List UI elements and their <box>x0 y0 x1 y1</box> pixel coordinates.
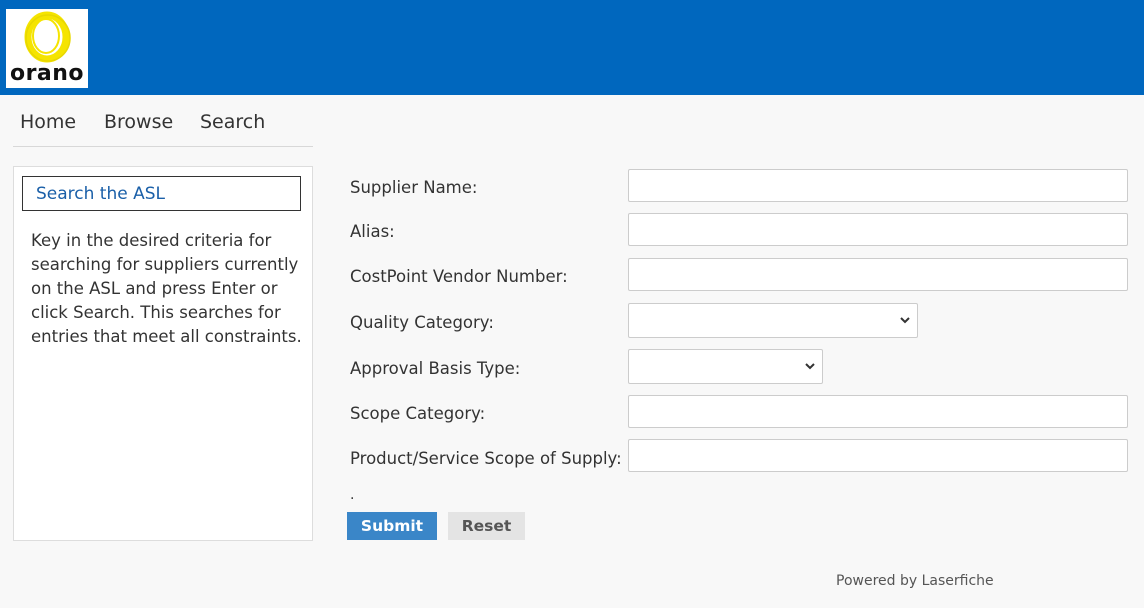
orano-logo[interactable]: orano <box>6 9 88 88</box>
reset-button[interactable]: Reset <box>448 512 525 540</box>
product-service-scope-input[interactable] <box>628 439 1128 472</box>
nav-browse[interactable]: Browse <box>104 111 173 133</box>
quality-category-select[interactable] <box>628 303 918 338</box>
costpoint-vendor-number-label: CostPoint Vendor Number: <box>350 267 568 286</box>
nav-home[interactable]: Home <box>20 111 76 133</box>
alias-input[interactable] <box>628 213 1128 246</box>
scope-category-input[interactable] <box>628 395 1128 428</box>
alias-label: Alias: <box>350 222 395 241</box>
chevron-down-icon <box>805 363 815 370</box>
header-bar: orano <box>0 0 1144 95</box>
panel-description: Key in the desired criteria for searchin… <box>31 231 302 346</box>
submit-button[interactable]: Submit <box>347 512 437 540</box>
product-service-scope-label: Product/Service Scope of Supply: <box>350 449 622 468</box>
nav-search[interactable]: Search <box>200 111 265 133</box>
logo-text: orano <box>9 61 85 86</box>
chevron-down-icon <box>900 317 910 324</box>
main-nav: Home Browse Search <box>13 98 313 147</box>
panel-title-box: Search the ASL <box>22 176 301 211</box>
costpoint-vendor-number-input[interactable] <box>628 258 1128 291</box>
orano-ring-icon <box>24 11 71 63</box>
approval-basis-type-select[interactable] <box>628 349 823 384</box>
powered-by-footer[interactable]: Powered by Laserfiche <box>836 573 994 589</box>
scope-category-label: Scope Category: <box>350 404 486 423</box>
form-dot: . <box>350 487 355 503</box>
panel-title: Search the ASL <box>36 184 166 204</box>
supplier-name-input[interactable] <box>628 169 1128 202</box>
quality-category-label: Quality Category: <box>350 313 494 332</box>
supplier-name-label: Supplier Name: <box>350 178 478 197</box>
approval-basis-type-label: Approval Basis Type: <box>350 359 521 378</box>
info-panel: Search the ASL Key in the desired criter… <box>13 166 313 541</box>
